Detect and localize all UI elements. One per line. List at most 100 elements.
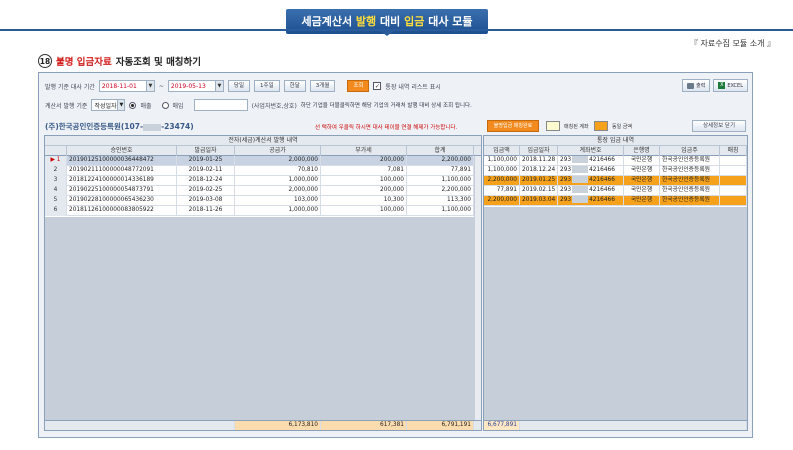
- quick-3month-button[interactable]: 3개월: [309, 80, 336, 92]
- row-number: ▶ 1: [45, 156, 67, 166]
- deposit-grid-title: 통장 입금 내역: [484, 136, 747, 146]
- vat-cell: 200,000: [321, 156, 407, 166]
- print-button[interactable]: 출력: [682, 79, 711, 92]
- banner-text: 세금계산서: [301, 15, 353, 28]
- invoice-row[interactable]: 3 20181224100000014336189 2018-12-24 1,000,…: [45, 176, 481, 186]
- vat-cell: 10,300: [321, 196, 407, 206]
- bank-name-cell: 국민은행: [624, 196, 660, 206]
- banner-text-2: 대비: [380, 15, 401, 28]
- supply-cell: 1,000,000: [235, 176, 321, 186]
- issue-date-cell: 2019-02-25: [177, 186, 235, 196]
- col-bank-name[interactable]: 은행명: [624, 146, 660, 156]
- deposit-row[interactable]: 77,891 2019.02.15 293 4216466 국민은행 한국공인인증등록원: [484, 186, 747, 196]
- module-intro-caption: 『 자료수집 모듈 소개 』: [689, 39, 775, 48]
- invoice-grid: 전자(세금)계산서 발행 내역 승인번호 발급일자 공급가 부가세 합계 ▶ 1…: [44, 135, 482, 431]
- legend-same-amount-label: 동일 금액: [612, 124, 632, 130]
- search-button[interactable]: 조회: [347, 80, 370, 92]
- bank-name-cell: 국민은행: [624, 176, 660, 186]
- invoice-row[interactable]: 5 20190228100000065436230 2019-03-08 103,00…: [45, 196, 481, 206]
- chevron-down-icon[interactable]: ▼: [145, 81, 154, 91]
- reconciliation-window: 발행 기준 대사 기간 2018-11-01 ▼ ~ 2019-05-13 ▼ …: [38, 72, 753, 438]
- col-supply-amount[interactable]: 공급가: [235, 146, 321, 156]
- deposit-grid: 통장 입금 내역 입금액 입금일자 계좌번호 은행명 입금주 매칭 1,100,…: [483, 135, 748, 431]
- approval-no-cell: 20190211100000048772091: [67, 166, 177, 176]
- filter-toolbar: 계산서 발행 기준 작성일자 ▼ 매출 매입 (사업자번호,상호) 하단 기업을…: [45, 98, 748, 112]
- account-suffix: 4216466: [589, 157, 615, 163]
- unlink-notice: 선 택하여 우클릭 하시면 대사 테이블 연결 해제가 가능합니다.: [315, 125, 458, 131]
- account-no-cell: 293 4216466: [558, 196, 624, 206]
- bizno-hint: (사업자번호,상호): [251, 102, 297, 110]
- masked-account: [572, 176, 589, 183]
- section-number: 18: [38, 54, 52, 68]
- invoice-grid-scrollbar[interactable]: [474, 156, 481, 420]
- purchase-radio[interactable]: [161, 101, 169, 109]
- unknown-deposit-matched-button[interactable]: 불명입금 매칭완료: [487, 120, 539, 132]
- supply-cell: 2,000,000: [235, 156, 321, 166]
- quick-week-button[interactable]: 1주일: [254, 80, 280, 92]
- deposit-date-cell: 2018.12.24: [520, 166, 558, 176]
- col-issue-date[interactable]: 발급일자: [177, 146, 235, 156]
- depositor-cell: 한국공인인증등록원: [660, 196, 720, 206]
- section-title-rest: 자동조회 및 매칭하기: [115, 57, 202, 68]
- date-to-picker[interactable]: 2019-05-13 ▼: [167, 80, 224, 92]
- invoice-row[interactable]: 4 20190225100000054873791 2019-02-25 2,000,…: [45, 186, 481, 196]
- total-cell: 2,200,000: [407, 186, 474, 196]
- date-basis-select[interactable]: 작성일자 ▼: [91, 99, 126, 111]
- deposit-amount-cell: 1,100,000: [484, 166, 520, 176]
- company-name: (주)한국공인인증등록원(107- -23474): [45, 121, 194, 132]
- period-toolbar: 발행 기준 대사 기간 2018-11-01 ▼ ~ 2019-05-13 ▼ …: [45, 79, 748, 93]
- date-basis-value: 작성일자: [94, 102, 117, 110]
- deposit-row[interactable]: 2,200,000 2019.01.25 293 4216466 국민은행 한국공인인증등…: [484, 176, 747, 186]
- col-deposit-date[interactable]: 입금일자: [520, 146, 558, 156]
- deposit-row[interactable]: 1,100,000 2018.11.28 293 4216466 국민은행 한국공인인증등…: [484, 156, 747, 166]
- col-account-no[interactable]: 계좌번호: [558, 146, 624, 156]
- account-suffix: 4216466: [589, 177, 615, 183]
- col-vat[interactable]: 부가세: [321, 146, 407, 156]
- col-matching[interactable]: 매칭: [720, 146, 747, 156]
- invoice-grid-header: 승인번호 발급일자 공급가 부가세 합계: [45, 146, 481, 156]
- deposit-row[interactable]: 2,200,000 2019.03.04 293 4216466 국민은행 한국공인인증등…: [484, 196, 747, 206]
- legend-same-amount-swatch: [594, 121, 608, 131]
- account-no-cell: 293 4216466: [558, 176, 624, 186]
- quick-month-button[interactable]: 한달: [283, 80, 306, 92]
- total-cell: 2,200,000: [407, 156, 474, 166]
- banner-text-3: 대사 모듈: [428, 15, 473, 28]
- show-bank-list-checkbox[interactable]: ✓: [373, 82, 382, 90]
- doubleclick-hint: 하단 기업을 더블클릭하면 해당 기업의 거래처 발행 대비 상세 조회 됩니다…: [300, 103, 472, 109]
- approval-no-cell: 20181126100000083805922: [67, 206, 177, 216]
- close-detail-button[interactable]: 상세정보 닫기: [692, 120, 746, 132]
- matching-cell: [720, 176, 747, 186]
- deposit-row[interactable]: 1,100,000 2018.12.24 293 4216466 국민은행 한국공인인증등…: [484, 166, 747, 176]
- section-title: 18 불명 입금자료 자동조회 및 매칭하기: [38, 54, 201, 68]
- period-label: 발행 기준 대사 기간: [45, 83, 95, 91]
- date-to-value: 2019-05-13: [170, 82, 206, 90]
- depositor-cell: 한국공인인증등록원: [660, 166, 720, 176]
- issue-date-cell: 2019-01-25: [177, 156, 235, 166]
- col-depositor[interactable]: 입금주: [660, 146, 720, 156]
- sale-radio[interactable]: [129, 101, 137, 109]
- matching-cell: [720, 156, 747, 166]
- quick-today-button[interactable]: 당일: [227, 80, 251, 92]
- excel-button[interactable]: X EXCEL: [713, 79, 748, 92]
- invoice-row[interactable]: 2 20190211100000048772091 2019-02-11 70,810…: [45, 166, 481, 176]
- deposit-date-cell: 2018.11.28: [520, 156, 558, 166]
- deposit-date-cell: 2019.03.04: [520, 196, 558, 206]
- export-buttons: 출력 X EXCEL: [682, 79, 748, 92]
- chevron-down-icon[interactable]: ▼: [214, 81, 223, 91]
- chevron-down-icon[interactable]: ▼: [117, 100, 125, 110]
- bizno-search-input[interactable]: [193, 99, 248, 111]
- invoice-row[interactable]: ▶ 1 20190125100000036448472 2019-01-25 2,00…: [45, 156, 481, 166]
- deposit-amount-cell: 1,100,000: [484, 156, 520, 166]
- total-supply: 6,173,810: [235, 421, 321, 430]
- invoice-grid-footer: 6,173,810 617,381 6,791,191: [45, 420, 481, 430]
- excel-label: EXCEL: [727, 82, 743, 89]
- col-approval-no[interactable]: 승인번호: [67, 146, 177, 156]
- col-total[interactable]: 합계: [407, 146, 474, 156]
- date-from-picker[interactable]: 2018-11-01 ▼: [98, 80, 155, 92]
- supply-cell: 103,000: [235, 196, 321, 206]
- col-deposit-amount[interactable]: 입금액: [484, 146, 520, 156]
- invoice-row[interactable]: 6 20181126100000083805922 2018-11-26 1,000,…: [45, 206, 481, 216]
- show-bank-list-label: 통장 내역 리스트 표시: [385, 83, 441, 91]
- issue-date-cell: 2019-03-08: [177, 196, 235, 206]
- account-no-cell: 293 4216466: [558, 186, 624, 196]
